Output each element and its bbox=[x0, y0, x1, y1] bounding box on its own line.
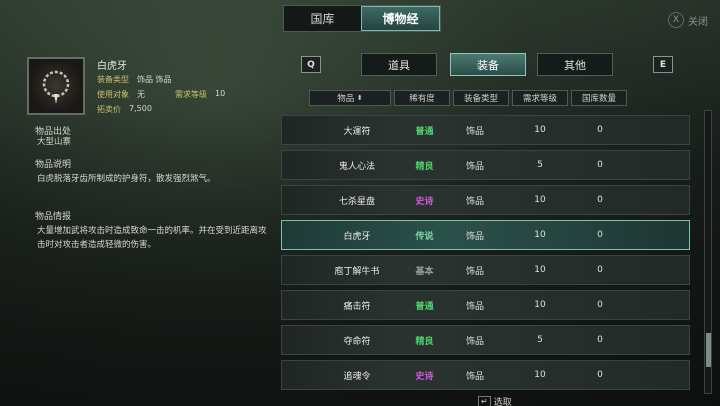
row-count: 0 bbox=[597, 160, 603, 170]
tiger-fang-amulet-icon bbox=[32, 62, 80, 110]
row-rarity: 精良 bbox=[415, 161, 434, 172]
description-text: 白虎脱落牙齿所制成的护身符，散发强烈煞气。 bbox=[37, 174, 216, 184]
row-level: 10 bbox=[534, 230, 546, 240]
description-title: 物品说明 bbox=[35, 160, 72, 170]
row-item-name: 七杀星盘 bbox=[338, 196, 375, 207]
item-type-row: 装备类型 饰品 饰品 bbox=[97, 74, 172, 85]
sort-icon: ⬍ bbox=[356, 94, 363, 102]
item-level-label: 需求等级 bbox=[175, 90, 207, 99]
row-count: 0 bbox=[597, 370, 603, 380]
prev-category-key[interactable]: Q bbox=[301, 56, 321, 73]
item-type-value: 饰品 饰品 bbox=[137, 75, 172, 84]
row-type: 饰品 bbox=[465, 371, 484, 382]
row-level: 10 bbox=[534, 370, 546, 380]
row-rarity: 普通 bbox=[415, 301, 434, 312]
header-count[interactable]: 国库数量 bbox=[571, 90, 627, 106]
category-bar: Q 道具 装备 其他 E bbox=[301, 53, 674, 76]
row-count: 0 bbox=[597, 265, 603, 275]
row-level: 5 bbox=[537, 335, 543, 345]
row-type: 饰品 bbox=[465, 126, 484, 137]
row-item-name: 鬼人心法 bbox=[338, 161, 375, 172]
scrollbar-thumb[interactable] bbox=[706, 333, 711, 367]
row-count: 0 bbox=[597, 230, 603, 240]
row-type: 饰品 bbox=[465, 161, 484, 172]
row-level: 10 bbox=[534, 125, 546, 135]
item-price-row: 拓卖价 7,500 bbox=[97, 104, 152, 115]
row-item-name: 夺命符 bbox=[343, 336, 371, 347]
top-tab-bar: 国库 博物经 bbox=[283, 5, 441, 32]
table-header: 物品 ⬍ 稀有度 装备类型 需求等级 国库数量 bbox=[309, 90, 627, 106]
item-price-label: 拓卖价 bbox=[97, 105, 121, 114]
row-rarity: 传说 bbox=[415, 231, 434, 242]
tab-props[interactable]: 道具 bbox=[361, 53, 437, 76]
row-item-name: 大運符 bbox=[343, 126, 371, 137]
row-rarity: 精良 bbox=[415, 336, 434, 347]
table-row[interactable]: 鬼人心法 精良 饰品 5 0 bbox=[281, 150, 690, 180]
row-count: 0 bbox=[597, 195, 603, 205]
row-count: 0 bbox=[597, 125, 603, 135]
table-row[interactable]: 七杀星盘 史诗 饰品 10 0 bbox=[281, 185, 690, 215]
enter-key-icon: ↵ bbox=[478, 396, 491, 406]
select-label: 选取 bbox=[493, 398, 512, 406]
row-item-name: 白虎牙 bbox=[343, 231, 371, 242]
row-level: 5 bbox=[537, 160, 543, 170]
row-type: 饰品 bbox=[465, 266, 484, 277]
item-type-label: 装备类型 bbox=[97, 75, 129, 84]
row-type: 饰品 bbox=[465, 196, 484, 207]
row-level: 10 bbox=[534, 195, 546, 205]
row-item-name: 追魂令 bbox=[343, 371, 371, 382]
origin-text: 大型山寨 bbox=[37, 137, 72, 147]
select-hint[interactable]: ↵ 选取 bbox=[478, 395, 512, 406]
row-item-name: 庖丁解牛书 bbox=[334, 266, 380, 277]
tab-equipment[interactable]: 装备 bbox=[450, 53, 526, 76]
item-name: 白虎牙 bbox=[97, 61, 127, 72]
scrollbar[interactable] bbox=[704, 110, 712, 394]
table-row[interactable]: 痛击符 普通 饰品 10 0 bbox=[281, 290, 690, 320]
row-rarity: 史诗 bbox=[415, 196, 434, 207]
row-type: 饰品 bbox=[465, 336, 484, 347]
close-key-icon: X bbox=[668, 12, 684, 28]
item-user-value: 无 bbox=[137, 90, 145, 99]
item-price-value: 7,500 bbox=[129, 104, 152, 113]
info-text: 大量增加武将攻击时造成致命一击的机率。并在受到近距离攻击时对攻击者造成轻微的伤害… bbox=[37, 226, 267, 250]
table-row[interactable]: 夺命符 精良 饰品 5 0 bbox=[281, 325, 690, 355]
close-label: 关闭 bbox=[688, 16, 708, 28]
close-control[interactable]: X 关闭 bbox=[668, 12, 708, 28]
row-rarity: 基本 bbox=[415, 266, 434, 277]
row-rarity: 普通 bbox=[415, 126, 434, 137]
table-row[interactable]: 大運符 普通 饰品 10 0 bbox=[281, 115, 690, 145]
header-type[interactable]: 装备类型 bbox=[453, 90, 509, 106]
row-count: 0 bbox=[597, 335, 603, 345]
header-item[interactable]: 物品 ⬍ bbox=[309, 90, 391, 106]
table-row[interactable]: 庖丁解牛书 基本 饰品 10 0 bbox=[281, 255, 690, 285]
table-row[interactable]: 白虎牙 传说 饰品 10 0 bbox=[281, 220, 690, 250]
item-user-label: 使用对象 bbox=[97, 90, 129, 99]
row-count: 0 bbox=[597, 300, 603, 310]
header-rarity[interactable]: 稀有度 bbox=[394, 90, 450, 106]
tab-other[interactable]: 其他 bbox=[537, 53, 613, 76]
info-title: 物品情报 bbox=[35, 212, 72, 222]
item-user-row: 使用对象 无 需求等级 10 bbox=[97, 89, 225, 100]
header-level[interactable]: 需求等级 bbox=[512, 90, 568, 106]
row-type: 饰品 bbox=[465, 231, 484, 242]
tab-treasury[interactable]: 国库 bbox=[284, 6, 361, 31]
row-type: 饰品 bbox=[465, 301, 484, 312]
row-item-name: 痛击符 bbox=[343, 301, 371, 312]
tab-encyclopedia[interactable]: 博物经 bbox=[361, 6, 440, 31]
row-rarity: 史诗 bbox=[415, 371, 434, 382]
row-level: 10 bbox=[534, 265, 546, 275]
table-row[interactable]: 追魂令 史诗 饰品 10 0 bbox=[281, 360, 690, 390]
item-level-value: 10 bbox=[215, 89, 226, 98]
row-level: 10 bbox=[534, 300, 546, 310]
next-category-key[interactable]: E bbox=[653, 56, 673, 73]
item-icon-frame bbox=[27, 57, 85, 115]
